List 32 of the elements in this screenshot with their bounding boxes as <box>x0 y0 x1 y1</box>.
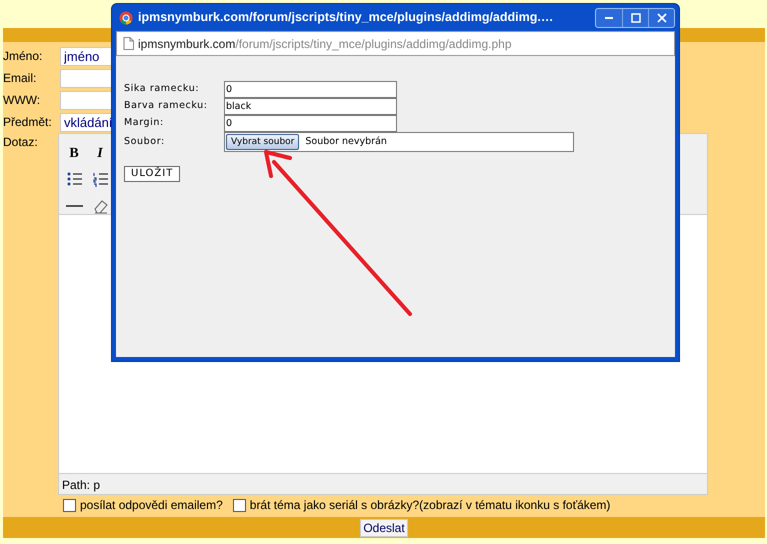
save-button[interactable]: ULOŽIT <box>124 166 180 182</box>
field-label: Barva ramecku: <box>124 99 209 114</box>
numbered-list-icon[interactable] <box>92 170 108 188</box>
page-icon <box>123 37 134 50</box>
browser-icon[interactable] <box>119 10 133 24</box>
field-label: Sika ramecku: <box>124 82 200 96</box>
field-label: Jméno: <box>3 48 44 65</box>
checkbox[interactable] <box>232 498 246 512</box>
field-label: Dotaz: <box>3 134 39 151</box>
file-status: Soubor nevybrán <box>305 134 387 149</box>
bold-button[interactable]: B <box>65 144 83 162</box>
checkbox-label: brát téma jako seriál s obrázky?(zobrazí v tématu ikonku s foťákem) <box>250 497 610 514</box>
text-field[interactable]: black <box>224 98 397 115</box>
bullet-list-icon[interactable] <box>66 170 82 188</box>
window-title: ipmsnymburk.com/forum/jscripts/tiny_mce/plugins/addimg/addimg.… <box>138 9 554 26</box>
text-field[interactable]: 0 <box>224 115 397 132</box>
field-label: Soubor: <box>124 134 166 149</box>
field-label: Margin: <box>124 116 165 130</box>
checkbox[interactable] <box>63 498 76 512</box>
choose-file-button[interactable]: Vybrat soubor <box>226 134 300 150</box>
field-label: Email: <box>3 70 38 87</box>
italic-button[interactable]: I <box>91 144 109 162</box>
file-field[interactable]: Vybrat soubor Soubor nevybrán <box>224 132 574 152</box>
path-label: Path: p <box>62 478 100 492</box>
maximize-button[interactable] <box>628 12 642 24</box>
submit-button[interactable]: Odeslat <box>360 518 408 536</box>
checkbox-label: posílat odpovědi emailem? <box>80 497 223 514</box>
field-label: WWW: <box>3 92 42 109</box>
close-button[interactable] <box>654 12 668 24</box>
text-field[interactable]: 0 <box>224 81 397 98</box>
field-label: Předmět: <box>3 114 53 131</box>
url-text: ipmsnymburk.com/forum/jscripts/tiny_mce/plugins/addimg/addimg.php <box>138 36 512 52</box>
